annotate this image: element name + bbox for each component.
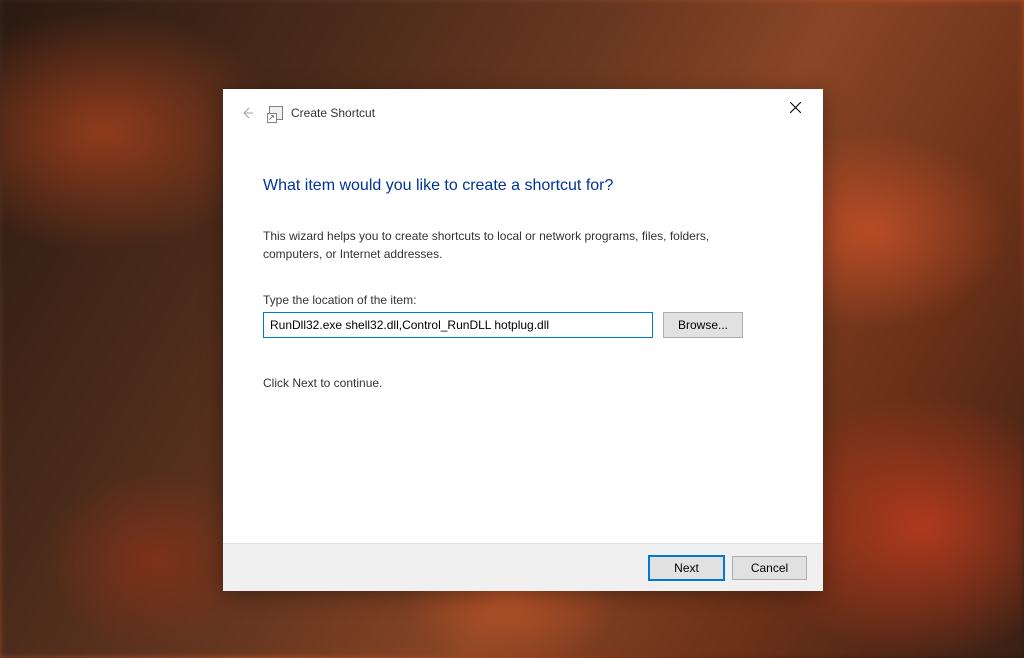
title-wrap: Create Shortcut	[269, 106, 375, 120]
shortcut-icon	[269, 106, 283, 120]
wizard-instruction: Click Next to continue.	[263, 376, 783, 390]
input-row: Browse...	[263, 312, 783, 338]
create-shortcut-dialog: Create Shortcut What item would you like…	[223, 89, 823, 591]
dialog-footer: Next Cancel	[223, 543, 823, 591]
dialog-content: What item would you like to create a sho…	[223, 137, 823, 543]
wizard-heading: What item would you like to create a sho…	[263, 177, 783, 195]
back-button	[235, 101, 259, 125]
cancel-button[interactable]: Cancel	[732, 556, 807, 580]
wizard-description: This wizard helps you to create shortcut…	[263, 227, 753, 263]
location-input[interactable]	[263, 312, 653, 338]
next-button[interactable]: Next	[649, 556, 724, 580]
location-label: Type the location of the item:	[263, 293, 783, 307]
dialog-title: Create Shortcut	[291, 106, 375, 120]
dialog-header: Create Shortcut	[223, 89, 823, 137]
close-button[interactable]	[773, 93, 817, 121]
browse-button[interactable]: Browse...	[663, 312, 743, 338]
